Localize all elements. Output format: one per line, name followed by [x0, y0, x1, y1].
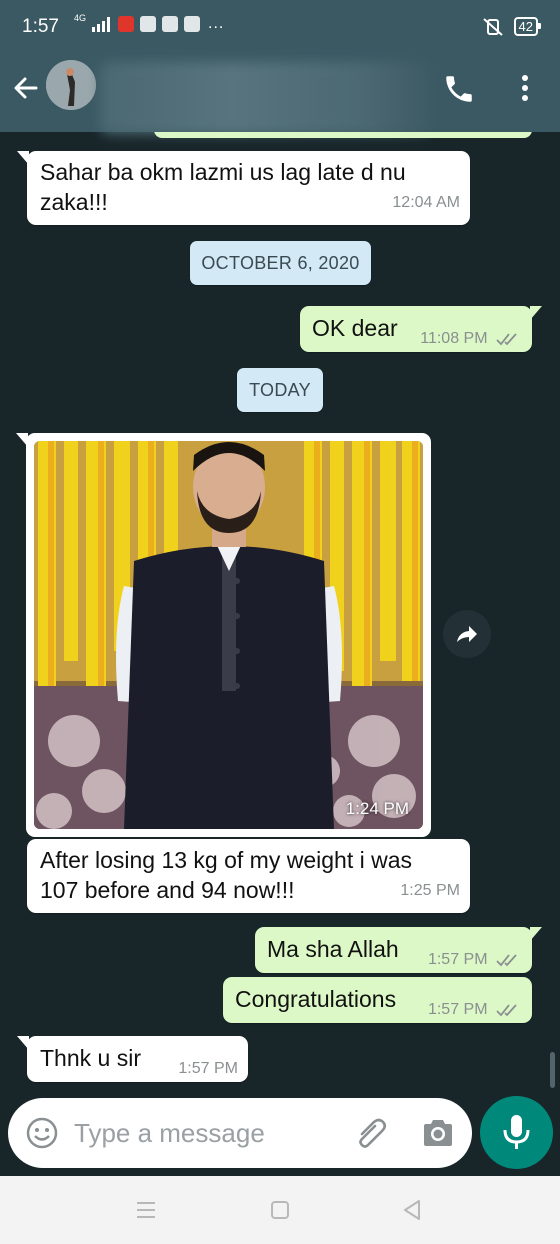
camera-icon [424, 1120, 452, 1146]
battery-indicator: 42 [513, 17, 542, 36]
message-text-line: After losing 13 kg of my weight i was [40, 847, 412, 873]
contact-avatar[interactable] [46, 60, 96, 110]
paperclip-icon [359, 1118, 387, 1148]
app-notification-icon [184, 16, 201, 32]
message-text: OK dear [312, 315, 398, 341]
message-composer [8, 1098, 472, 1168]
outgoing-message[interactable]: Ma sha Allah 1:57 PM [255, 927, 542, 975]
image-message[interactable]: 1:24 PM [16, 433, 431, 837]
voice-call-button[interactable] [442, 72, 476, 106]
message-text-line: 107 before and 94 now!!! [40, 877, 295, 903]
camera-button[interactable] [420, 1115, 456, 1151]
message-list[interactable]: Sahar ba okm lazmi us lag late d nu zaka… [0, 132, 560, 1094]
read-ticks-icon [496, 333, 517, 346]
app-notification-icon [118, 16, 135, 32]
network-type: 4G [74, 13, 87, 23]
recent-apps-button[interactable] [134, 1198, 158, 1222]
signal-icon [92, 16, 112, 32]
back-button[interactable] [8, 70, 44, 106]
emoji-button[interactable] [24, 1115, 60, 1151]
message-text: Sahar ba okm lazmi us lag late d nu zaka… [40, 157, 406, 217]
message-time-text: 1:57 PM [427, 951, 488, 968]
status-right: 42 [482, 17, 542, 36]
arrow-left-icon [14, 77, 38, 99]
message-time: 11:08 PM [420, 324, 520, 354]
contact-name-redacted[interactable] [100, 62, 430, 134]
image-time: 1:24 PM [345, 799, 409, 818]
shared-photo[interactable]: 1:24 PM [34, 441, 423, 829]
status-time: 1:57 [22, 16, 59, 37]
message-text: Congratulations [235, 986, 397, 1012]
home-icon [271, 1201, 289, 1219]
date-divider: OCTOBER 6, 2020 [190, 241, 371, 285]
outgoing-message[interactable]: OK dear 11:08 PM [300, 306, 542, 354]
app-notification-icon [140, 16, 157, 32]
message-text: Ma sha Allah [267, 936, 399, 962]
message-text: Thnk u sir [40, 1045, 141, 1071]
back-triangle-icon [404, 1200, 420, 1220]
share-icon [457, 626, 477, 642]
message-time: 1:57 PM [428, 995, 520, 1025]
message-text: After losing 13 kg of my weight i was 10… [40, 845, 412, 905]
message-input[interactable] [74, 1116, 334, 1150]
system-navigation-bar [0, 1176, 560, 1244]
attach-button[interactable] [352, 1114, 390, 1152]
message-time: 1:25 PM [400, 882, 460, 899]
phone-icon [446, 76, 472, 102]
emoji-icon [26, 1117, 58, 1149]
outgoing-message[interactable]: Congratulations 1:57 PM [223, 977, 532, 1023]
message-time-text: 11:08 PM [420, 330, 488, 347]
message-time: 12:04 AM [392, 194, 460, 211]
mic-icon [503, 1115, 530, 1149]
app-notification-icon [162, 16, 179, 32]
more-vert-icon [522, 75, 528, 101]
status-bar: 1:57 4G ... 42 [0, 0, 560, 46]
read-ticks-icon [496, 1004, 517, 1017]
status-indicators: 4G ... [74, 13, 225, 33]
forward-button[interactable] [443, 610, 491, 658]
scrollbar[interactable] [550, 1052, 555, 1088]
incoming-message[interactable]: Thnk u sir 1:57 PM [17, 1036, 248, 1082]
message-time-text: 1:57 PM [427, 1001, 488, 1018]
more-options-button[interactable] [512, 70, 538, 106]
menu-icon [137, 1202, 155, 1218]
message-time: 1:57 PM [428, 945, 520, 975]
previous-message-bubble [154, 132, 532, 138]
read-ticks-icon [496, 954, 517, 967]
incoming-message[interactable]: After losing 13 kg of my weight i was 10… [27, 839, 470, 913]
more-notifications-icon: ... [208, 15, 225, 32]
home-button[interactable] [268, 1198, 292, 1222]
incoming-message[interactable]: Sahar ba okm lazmi us lag late d nu zaka… [17, 151, 470, 225]
message-text-line: zaka!!! [40, 189, 108, 215]
message-text-line: Sahar ba okm lazmi us lag late d nu [40, 159, 406, 185]
message-time: 1:57 PM [178, 1060, 238, 1077]
vibrate-mute-icon [482, 17, 503, 36]
chat-header [0, 46, 560, 134]
voice-message-button[interactable] [480, 1096, 553, 1169]
back-nav-button[interactable] [400, 1198, 424, 1222]
date-divider: TODAY [237, 368, 323, 412]
